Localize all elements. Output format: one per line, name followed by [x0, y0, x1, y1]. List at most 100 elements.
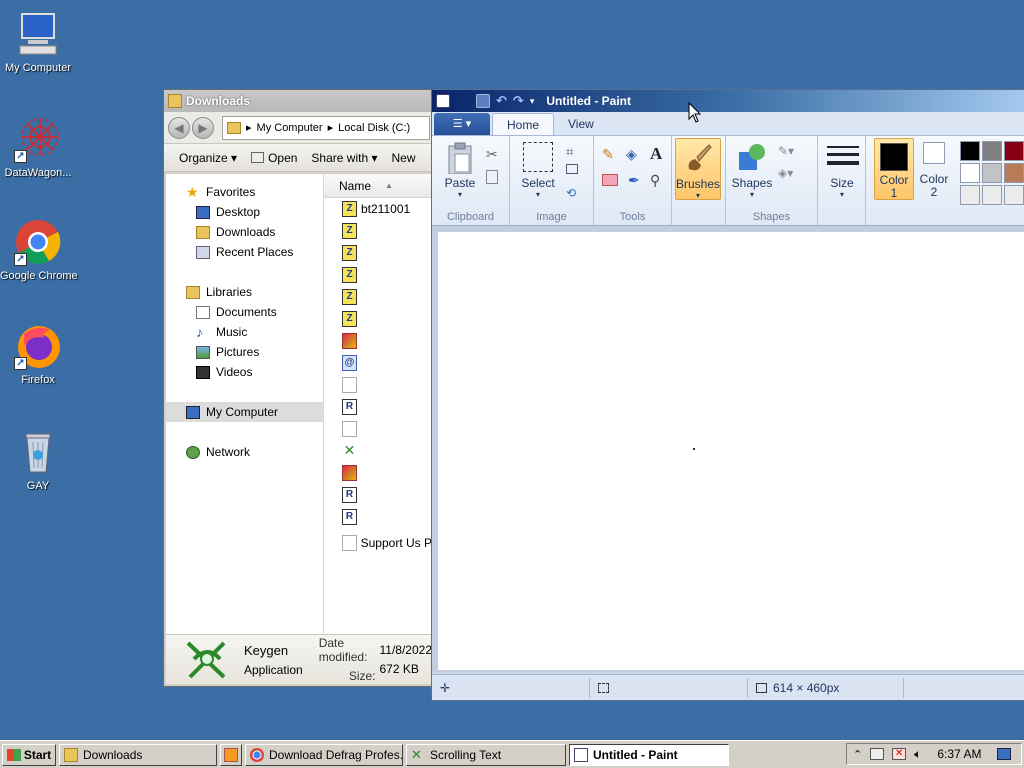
rotate-icon[interactable]: ⟲ [566, 186, 576, 200]
file-type-icon: Z [342, 311, 357, 327]
network-error-icon[interactable]: ✕ [892, 748, 907, 760]
eraser-icon[interactable] [602, 174, 618, 186]
pencil-icon[interactable]: ✎ [602, 146, 620, 164]
file-row[interactable] [324, 374, 432, 396]
taskbar-item-downloads[interactable]: Downloads [59, 743, 217, 766]
palette-swatch[interactable] [982, 185, 1002, 205]
file-row[interactable]: Z [324, 308, 432, 330]
file-list[interactable]: Name ▲ Zbt211001 Z Z Z Z Z @ R ✕ R R Support Us P [324, 174, 432, 636]
taskbar-item-chrome[interactable]: Download Defrag Profes... [245, 743, 403, 766]
desktop-icon-datawagon[interactable]: ↗ DataWagon... [0, 115, 76, 179]
nav-my-computer[interactable]: My Computer [166, 402, 323, 422]
text-icon[interactable]: A [650, 144, 662, 164]
resize-icon[interactable] [566, 164, 578, 174]
brushes-button[interactable]: Brushes ▾ [675, 138, 721, 200]
file-row[interactable] [324, 462, 432, 484]
color1-button[interactable]: Color 1 [874, 138, 914, 200]
shape-fill-icon[interactable]: ◈▾ [778, 166, 793, 180]
nav-desktop[interactable]: Desktop [166, 202, 323, 222]
color2-button[interactable]: Color 2 [916, 142, 952, 199]
nav-music[interactable]: ♪ Music [166, 322, 323, 342]
drawing-canvas[interactable] [438, 232, 1024, 670]
magnifier-icon[interactable]: ⚲ [650, 172, 660, 189]
file-row[interactable]: Z [324, 286, 432, 308]
nav-libraries[interactable]: Libraries [166, 282, 323, 302]
chevron-right-icon[interactable]: ▸ [246, 121, 252, 134]
palette-swatch[interactable] [1004, 141, 1024, 161]
nav-downloads[interactable]: Downloads [166, 222, 323, 242]
tab-home[interactable]: Home [492, 113, 555, 135]
save-icon[interactable] [476, 94, 490, 108]
palette-swatch[interactable] [1004, 163, 1024, 183]
explorer-title-bar[interactable]: Downloads [164, 90, 434, 112]
select-button[interactable]: Select ▾ [516, 142, 560, 199]
forward-button[interactable]: ▶ [192, 116, 214, 139]
file-row[interactable]: R [324, 484, 432, 506]
outline-icon[interactable]: ✎▾ [778, 144, 794, 158]
file-row[interactable]: Z [324, 220, 432, 242]
desktop-icon-my-computer[interactable]: My Computer [0, 10, 76, 74]
volume-icon[interactable]: 🔈︎ [914, 747, 921, 762]
back-button[interactable]: ◀ [168, 116, 190, 139]
palette-swatch[interactable] [960, 185, 980, 205]
address-bar[interactable]: ▸ My Computer ▸ Local Disk (C:) [222, 115, 430, 140]
nav-documents[interactable]: Documents [166, 302, 323, 322]
share-with-button[interactable]: Share with ▾ [311, 151, 377, 165]
file-row[interactable]: Support Us P [324, 532, 432, 554]
file-row[interactable]: Z [324, 242, 432, 264]
palette-swatch[interactable] [982, 141, 1002, 161]
column-header-row: Name ▲ [324, 174, 432, 198]
new-folder-button[interactable]: New [391, 151, 415, 165]
paste-button[interactable]: Paste ▾ [440, 142, 480, 199]
file-row[interactable]: ✕ [324, 440, 432, 462]
organize-button[interactable]: Organize ▾ [179, 151, 237, 165]
breadcrumb-local-disk[interactable]: Local Disk (C:) [338, 122, 410, 134]
column-header-name[interactable]: Name [339, 179, 371, 193]
fill-icon[interactable]: ◈ [626, 146, 644, 164]
breadcrumb-my-computer[interactable]: My Computer [257, 122, 323, 134]
palette-swatch[interactable] [960, 141, 980, 161]
color-picker-icon[interactable]: ✒ [628, 172, 640, 189]
tab-view[interactable]: View [554, 113, 608, 135]
nav-favorites[interactable]: ★ Favorites [166, 182, 323, 202]
paint-menu-button[interactable]: ☰ ▾ [434, 113, 490, 135]
taskbar-item-scrolling-text[interactable]: ✕ Scrolling Text [406, 743, 566, 766]
chevron-right-icon[interactable]: ▸ [328, 121, 334, 134]
navigation-pane[interactable]: ★ Favorites Desktop Downloads Recent Plac… [166, 174, 324, 636]
nav-pictures[interactable]: Pictures [166, 342, 323, 362]
desktop-icon-recycle-bin[interactable]: GAY [0, 428, 76, 492]
paint-title-bar[interactable]: ↶ ↷ ▾ Untitled - Paint [432, 90, 1024, 112]
nav-network[interactable]: Network [166, 442, 323, 462]
shapes-button[interactable]: Shapes ▾ [730, 142, 774, 199]
palette-swatch[interactable] [1004, 185, 1024, 205]
file-row[interactable]: R [324, 506, 432, 528]
crop-icon[interactable]: ⌗ [566, 144, 573, 160]
start-button[interactable]: Start [2, 743, 56, 766]
nav-videos[interactable]: Videos [166, 362, 323, 382]
open-button[interactable]: Open [251, 151, 297, 165]
size-button[interactable]: Size ▾ [822, 142, 862, 199]
file-type-icon: Z [342, 267, 357, 283]
file-row[interactable] [324, 330, 432, 352]
file-row[interactable]: R [324, 396, 432, 418]
desktop-icon-google-chrome[interactable]: ↗ Google Chrome [0, 218, 78, 282]
copy-icon[interactable] [486, 170, 498, 184]
redo-icon[interactable]: ↷ [513, 93, 524, 109]
taskbar-item-media[interactable] [220, 743, 242, 766]
show-desktop-icon[interactable] [997, 748, 1012, 760]
clock[interactable]: 6:37 AM [937, 747, 981, 761]
nav-recent-places[interactable]: Recent Places [166, 242, 323, 262]
palette-swatch[interactable] [982, 163, 1002, 183]
file-row[interactable]: Z [324, 264, 432, 286]
desktop-icon-firefox[interactable]: ↗ Firefox [0, 322, 76, 386]
palette-swatch[interactable] [960, 163, 980, 183]
file-row[interactable] [324, 418, 432, 440]
file-row[interactable]: Zbt211001 [324, 198, 432, 220]
tray-expand-icon[interactable]: ⌃ [853, 748, 862, 761]
cut-icon[interactable]: ✂ [486, 146, 498, 163]
taskbar-item-paint[interactable]: Untitled - Paint [569, 743, 729, 766]
undo-icon[interactable]: ↶ [496, 93, 507, 109]
file-row[interactable]: @ [324, 352, 432, 374]
tray-device-icon[interactable] [870, 748, 885, 760]
qat-dropdown-icon[interactable]: ▾ [530, 96, 535, 107]
